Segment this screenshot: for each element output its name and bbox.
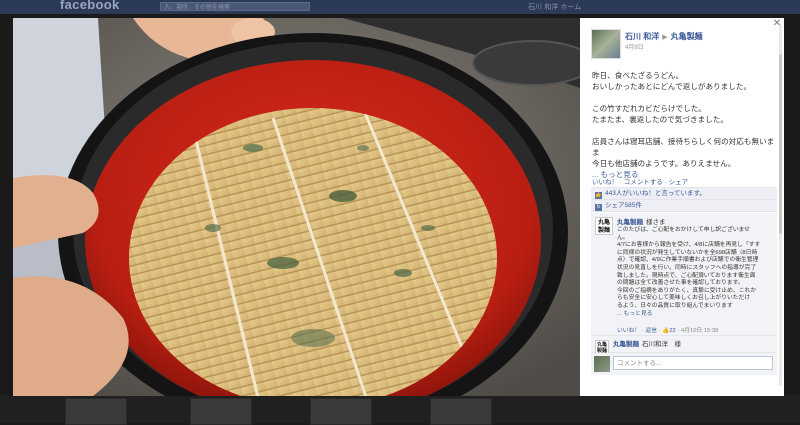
share-link[interactable]: シェア (669, 179, 689, 186)
post-line: 店員さんは寝耳店舗、接待ちらしく何の対応も無いま (592, 137, 775, 146)
commenter-name-line: 丸亀製麺 石川和洋 様 (613, 338, 681, 348)
background-thumbnail (310, 398, 372, 425)
photo-viewer[interactable] (13, 18, 580, 396)
scrollbar-thumb[interactable] (779, 54, 782, 234)
comment-addressee: 石川和洋 様 (642, 341, 681, 348)
comment-addressee: 様さま (646, 219, 666, 226)
commenter-name-line: 丸亀製麺 様さま (617, 216, 666, 226)
author-avatar[interactable] (591, 29, 621, 59)
post-line: おいしかったあとにどんで返しがありました。 (592, 82, 752, 91)
post-line: 昨日、食べたざるうどん。 (592, 71, 684, 80)
author-name[interactable]: 石川 和洋 (625, 32, 659, 41)
facebook-topbar: facebook 人、場所、その他を検索 石川 和洋 ホーム (0, 0, 800, 14)
likes-row[interactable]: 👍 443人がいいね！と言っています。 (591, 188, 777, 200)
post-text: 昨日、食べたざるうどん。 おいしかったあとにどんで返しがありました。 この竹すだ… (592, 70, 778, 180)
thumbs-up-icon: 👍 (595, 192, 602, 199)
comment-line: このたびは、ご心配をおかけして申し訳ございませ (617, 227, 750, 233)
background-thumbnail (65, 398, 127, 425)
comment-line: るよう、日々の品質に取り組んでまいります (617, 302, 733, 309)
comment-item: 丸亀製麺 丸亀製麺 石川和洋 様 (591, 336, 777, 354)
user-nav[interactable]: 石川 和洋 ホーム (528, 2, 581, 12)
panel-scrollbar[interactable] (779, 24, 782, 386)
reply-box: コメントする... (591, 353, 777, 375)
shares-row[interactable]: ↻ シェア585件 (591, 200, 777, 212)
comment-link[interactable]: コメントする (624, 179, 663, 186)
facebook-logo[interactable]: facebook (60, 0, 119, 12)
comment-line: の問題は全て改善させた事を確認しております。 (617, 280, 744, 287)
comment-line: 状況の見直しを行い、同時にスタッフへの指導が完了 (617, 264, 757, 271)
post-line: この竹すだれカビだらけでした。 (592, 104, 706, 113)
comment-body: このたびは、ご心配をおかけして申し訳ございませ ん。 4/7にお客様から報告を受… (617, 227, 773, 318)
comment-like-count[interactable]: 22 (669, 328, 675, 334)
post-line: 今日も他店舗のようです。ありえません。 (592, 159, 736, 168)
comment-line: 4/7にお客様から報告を受け、4/8に店舗を再見し「すす (617, 242, 761, 249)
close-icon[interactable]: ✕ (772, 19, 782, 29)
comment-line: 点）で確認、4/9に作業手順書および店舗での衛生管理 (617, 257, 759, 264)
background-thumbnail (430, 398, 492, 425)
search-input[interactable]: 人、場所、その他を検索 (160, 2, 310, 11)
viewer-avatar (594, 356, 610, 372)
post-detail-panel: 石川 和洋 ▶ 丸亀製麺 4月8日 昨日、食べたざるうどん。 おいしかったあとにどん… (580, 18, 784, 396)
comment-actions[interactable]: いいね！ · 返信 (617, 328, 657, 334)
commenter-avatar[interactable]: 丸亀製麺 (595, 340, 609, 354)
post-author-line: 石川 和洋 ▶ 丸亀製麺 (625, 31, 703, 42)
post-line: ま (592, 148, 600, 157)
commenter-avatar[interactable]: 丸亀製麺 (595, 217, 613, 235)
post-line: たまたま、裏返したので気づきました。 (592, 115, 728, 124)
commenter-name[interactable]: 丸亀製麺 (617, 219, 643, 226)
share-icon: ↻ (595, 204, 602, 211)
shares-count-text[interactable]: シェア585件 (605, 202, 642, 209)
zaru-soba-mat-photo (13, 18, 580, 396)
comment-timestamp[interactable]: 4月10日 15:38 (681, 328, 718, 334)
comment-line: らも安全に安心して美味しくお召し上がりいただけ (617, 295, 751, 302)
post-actions: いいね！ · コメントする · シェア (592, 179, 689, 186)
commenter-name[interactable]: 丸亀製麺 (613, 341, 639, 348)
like-link[interactable]: いいね！ (592, 179, 618, 186)
post-date[interactable]: 4月8日 (625, 42, 644, 51)
engagement-box: 👍 443人がいいね！と言っています。 ↻ シェア585件 (591, 187, 777, 212)
comment-see-more-link[interactable]: ... もっと見る (617, 311, 773, 319)
comment-meta: いいね！ · 返信 · 👍22 · 4月10日 15:38 (617, 328, 719, 334)
comment-item: 丸亀製麺 丸亀製麺 様さま このたびは、ご心配をおかけして申し訳ございませ ん。 … (591, 213, 777, 336)
arrow-right-icon: ▶ (662, 34, 668, 41)
background-thumbnail (190, 398, 252, 425)
likes-count-text[interactable]: 443人がいいね！と言っています。 (605, 190, 706, 197)
target-page-name[interactable]: 丸亀製麺 (671, 32, 703, 41)
comment-input[interactable]: コメントする... (613, 356, 773, 370)
